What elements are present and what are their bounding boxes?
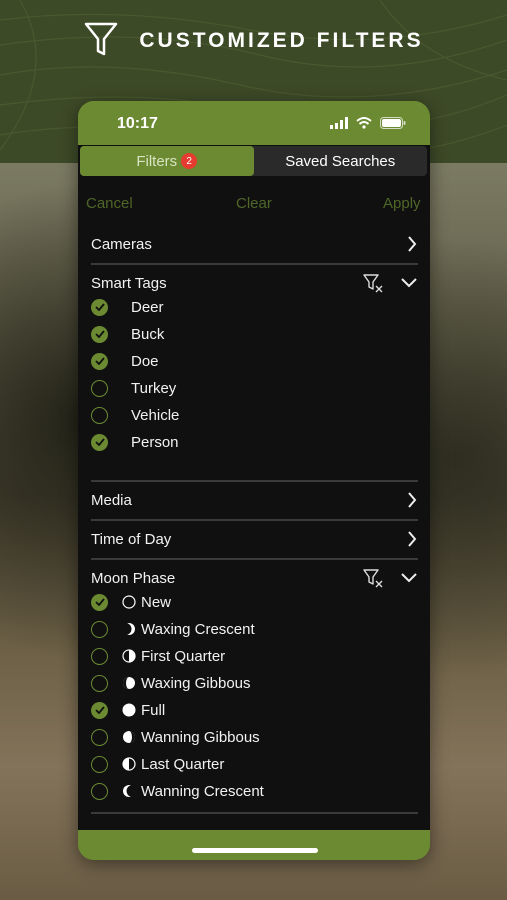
chevron-right-icon — [408, 236, 417, 252]
waning-gibbous-icon — [122, 730, 136, 744]
tab-saved-searches[interactable]: Saved Searches — [254, 146, 428, 176]
apply-button[interactable]: Apply — [383, 195, 421, 212]
chevron-right-icon — [408, 492, 417, 508]
checkmark-icon[interactable] — [91, 298, 108, 316]
chevron-right-icon — [408, 531, 417, 547]
battery-icon — [380, 117, 406, 129]
unchecked-circle-icon[interactable] — [91, 620, 108, 638]
moon-phase-option[interactable]: First Quarter — [91, 644, 391, 668]
waxing-gibbous-icon — [122, 676, 136, 690]
unchecked-circle-icon[interactable] — [91, 379, 108, 397]
moon-phase-label: Waxing Gibbous — [141, 674, 251, 692]
moon-phase-item: Wanning Gibbous — [122, 729, 260, 746]
moon-phase-option[interactable]: Wanning Gibbous — [91, 725, 391, 749]
clear-filter-icon[interactable] — [363, 273, 383, 293]
smart-tag-option[interactable]: Vehicle — [91, 403, 391, 427]
filter-icon — [83, 21, 119, 62]
moon-phase-label: Wanning Crescent — [141, 782, 264, 800]
waning-crescent-icon — [122, 784, 136, 798]
last-quarter-icon — [122, 757, 136, 771]
smart-tag-label: Doe — [131, 352, 159, 370]
phone-frame: 10:17 Filters 2 Saved Searches Cancel Cl… — [78, 101, 430, 860]
segmented-control: Filters 2 Saved Searches — [80, 146, 427, 176]
moon-phase-label: Wanning Gibbous — [141, 728, 260, 746]
chevron-down-icon[interactable] — [401, 573, 417, 583]
smart-tag-option[interactable]: Turkey — [91, 376, 391, 400]
section-cameras-label: Cameras — [91, 235, 152, 253]
home-indicator[interactable] — [192, 848, 318, 853]
smart-tag-label: Buck — [131, 325, 165, 343]
smart-tag-label: Deer — [131, 298, 164, 316]
status-time: 10:17 — [117, 115, 158, 132]
new-moon-icon — [122, 595, 136, 609]
moon-phase-item: Wanning Crescent — [122, 783, 264, 800]
checkmark-icon[interactable] — [91, 701, 108, 719]
waxing-crescent-icon — [122, 622, 136, 636]
moon-phase-option[interactable]: Waxing Crescent — [91, 617, 391, 641]
page-header: CUSTOMIZED FILTERS — [0, 18, 507, 64]
wifi-icon — [356, 117, 372, 129]
filters-count-badge: 2 — [181, 153, 198, 169]
smart-tag-option[interactable]: Deer — [91, 295, 391, 319]
moon-phase-item: New — [122, 594, 171, 611]
moon-phase-label: Full — [141, 701, 166, 719]
moon-phase-item: First Quarter — [122, 648, 225, 665]
action-bar: Cancel Clear Apply — [78, 195, 430, 217]
page-title: CUSTOMIZED FILTERS — [139, 29, 424, 52]
section-cameras[interactable]: Cameras — [91, 225, 417, 263]
tab-filters-label: Filters — [136, 152, 178, 170]
tab-filters[interactable]: Filters 2 — [80, 146, 254, 176]
smart-tag-option[interactable]: Person — [91, 430, 391, 454]
status-icons — [330, 117, 406, 129]
moon-phase-option[interactable]: Last Quarter — [91, 752, 391, 776]
moon-phase-item: Waxing Crescent — [122, 621, 255, 638]
moon-phase-label: Waxing Crescent — [141, 620, 255, 638]
section-media-label: Media — [91, 491, 132, 509]
signal-icon — [330, 117, 348, 129]
moon-phase-option[interactable]: Wanning Crescent — [91, 779, 391, 803]
checkmark-icon[interactable] — [91, 325, 108, 343]
moon-phase-option[interactable]: Waxing Gibbous — [91, 671, 391, 695]
tab-saved-searches-label: Saved Searches — [285, 152, 396, 170]
smart-tag-label: Person — [131, 433, 179, 451]
unchecked-circle-icon[interactable] — [91, 728, 108, 746]
smart-tag-label: Vehicle — [131, 406, 180, 424]
moon-phase-item: Full — [122, 702, 165, 719]
moon-phase-item: Last Quarter — [122, 756, 224, 773]
filters-screen: Filters 2 Saved Searches Cancel Clear Ap… — [78, 145, 430, 830]
checkmark-icon[interactable] — [91, 352, 108, 370]
moon-phase-option[interactable]: Full — [91, 698, 391, 722]
chevron-down-icon[interactable] — [401, 278, 417, 288]
unchecked-circle-icon[interactable] — [91, 406, 108, 424]
cancel-button[interactable]: Cancel — [86, 195, 133, 212]
checkmark-icon[interactable] — [91, 433, 108, 451]
clear-filter-icon[interactable] — [363, 568, 383, 588]
section-media[interactable]: Media — [91, 481, 417, 519]
status-bar: 10:17 — [78, 101, 430, 145]
unchecked-circle-icon[interactable] — [91, 755, 108, 773]
smart-tag-option[interactable]: Doe — [91, 349, 391, 373]
smart-tag-option[interactable]: Buck — [91, 322, 391, 346]
checkmark-icon[interactable] — [91, 593, 108, 611]
section-time-of-day[interactable]: Time of Day — [91, 520, 417, 558]
bottom-bar — [78, 830, 430, 860]
clear-button[interactable]: Clear — [236, 195, 272, 212]
smart-tag-label: Turkey — [131, 379, 177, 397]
moon-phase-option[interactable]: New — [91, 590, 391, 614]
moon-phase-label: New — [141, 593, 172, 611]
full-moon-icon — [122, 703, 136, 717]
moon-phase-item: Waxing Gibbous — [122, 675, 251, 692]
section-moon-phase-label: Moon Phase — [91, 569, 176, 587]
moon-phase-label: First Quarter — [141, 647, 226, 665]
unchecked-circle-icon[interactable] — [91, 782, 108, 800]
divider — [91, 812, 418, 814]
moon-phase-label: Last Quarter — [141, 755, 225, 773]
first-quarter-icon — [122, 649, 136, 663]
unchecked-circle-icon[interactable] — [91, 647, 108, 665]
unchecked-circle-icon[interactable] — [91, 674, 108, 692]
section-smart-tags-label: Smart Tags — [91, 274, 167, 292]
section-time-of-day-label: Time of Day — [91, 530, 172, 548]
